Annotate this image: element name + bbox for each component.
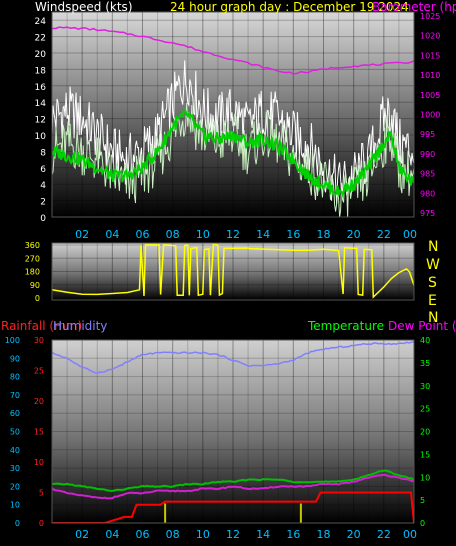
x-tick-label: 18	[317, 528, 331, 541]
x-tick-label: 16	[286, 228, 300, 241]
baro-y-tick-label: 1015	[420, 51, 440, 60]
x-tick-label: 20	[347, 228, 361, 241]
wind-y-tick-label: 2	[40, 198, 46, 208]
wind-title: Windspeed (kts)	[35, 0, 133, 14]
weather-graph: 0202040406060808101012121414161618182020…	[1, 0, 456, 541]
temp-y-tick-label: 5	[420, 496, 425, 505]
compass-label-s: S	[428, 275, 437, 291]
humidity-y-tick-label: 10	[10, 501, 20, 510]
dewpoint-title: Dew Point (c)	[388, 319, 456, 333]
x-tick-label: 14	[256, 528, 270, 541]
x-tick-label: 04	[105, 228, 119, 241]
wind-y-tick-label: 18	[35, 66, 47, 76]
temperature-title: Temperature	[307, 319, 384, 333]
x-tick-label: 14	[256, 228, 270, 241]
baro-y-tick-label: 975	[420, 209, 435, 218]
x-tick-label: 12	[226, 528, 240, 541]
temp-y-tick-label: 0	[420, 519, 425, 528]
x-tick-label: 10	[196, 228, 210, 241]
humidity-y-tick-label: 80	[10, 373, 20, 382]
baro-y-tick-label: 1000	[420, 111, 440, 120]
direction-y-tick-label: 0	[35, 294, 40, 303]
wind-y-tick-label: 20	[35, 50, 47, 60]
humidity-y-tick-label: 50	[10, 428, 20, 437]
rain-y-tick-label: 10	[34, 458, 44, 467]
humidity-y-tick-label: 0	[15, 519, 20, 528]
barometer-title: Barometer (hpa)	[372, 0, 456, 14]
wind-y-tick-label: 22	[35, 34, 46, 44]
baro-y-tick-label: 1010	[420, 71, 440, 80]
direction-y-tick-label: 270	[25, 254, 40, 263]
x-tick-label: 22	[377, 228, 391, 241]
compass-label-w: W	[426, 257, 440, 273]
direction-y-tick-label: 180	[25, 268, 40, 277]
x-tick-label: 12	[226, 228, 240, 241]
baro-y-tick-label: 995	[420, 130, 435, 139]
wind-y-tick-label: 12	[35, 116, 46, 126]
compass-label-n-top: N	[428, 239, 438, 255]
wind-y-tick-label: 8	[40, 148, 46, 158]
baro-y-tick-label: 1005	[420, 91, 440, 100]
wind-y-tick-label: 16	[35, 83, 47, 93]
rain-y-tick-label: 5	[39, 489, 44, 498]
compass-label-n-bottom: N	[428, 310, 438, 326]
x-tick-label: 02	[75, 228, 89, 241]
rain-y-tick-label: 0	[39, 519, 44, 528]
x-tick-label: 00	[403, 228, 417, 241]
rain-y-tick-label: 15	[34, 428, 44, 437]
temp-y-tick-label: 10	[420, 473, 430, 482]
wind-y-tick-label: 6	[40, 165, 46, 175]
humidity-y-tick-label: 90	[10, 354, 20, 363]
humidity-y-tick-label: 30	[10, 464, 20, 473]
wind-y-tick-label: 4	[40, 181, 46, 191]
x-tick-label: 10	[196, 528, 210, 541]
humidity-y-tick-label: 60	[10, 409, 20, 418]
temp-y-tick-label: 20	[420, 428, 430, 437]
x-tick-label: 02	[75, 528, 89, 541]
rain-y-tick-label: 25	[34, 367, 44, 376]
humidity-y-tick-label: 20	[10, 482, 20, 491]
x-tick-label: 00	[403, 528, 417, 541]
temp-y-tick-label: 15	[420, 450, 430, 459]
rain-y-tick-label: 20	[34, 397, 44, 406]
wind-y-tick-label: 0	[40, 214, 46, 224]
baro-y-tick-label: 1020	[420, 32, 440, 41]
compass-label-e: E	[428, 293, 437, 309]
temp-y-tick-label: 25	[420, 405, 430, 414]
direction-y-tick-label: 90	[30, 281, 40, 290]
temp-y-tick-label: 30	[420, 382, 430, 391]
humidity-y-tick-label: 100	[5, 336, 20, 345]
wind-y-tick-label: 24	[35, 17, 47, 27]
x-tick-label: 22	[377, 528, 391, 541]
x-tick-label: 08	[166, 528, 180, 541]
wind-y-tick-label: 10	[35, 132, 47, 142]
temp-y-tick-label: 35	[420, 359, 430, 368]
x-tick-label: 06	[136, 528, 150, 541]
rain-y-tick-label: 30	[34, 336, 44, 345]
baro-y-tick-label: 985	[420, 170, 435, 179]
direction-y-tick-label: 360	[25, 241, 40, 250]
humidity-y-tick-label: 40	[10, 446, 20, 455]
baro-y-tick-label: 980	[420, 189, 435, 198]
humidity-title: Humidity	[53, 319, 107, 333]
x-tick-label: 04	[105, 528, 119, 541]
x-tick-label: 16	[286, 528, 300, 541]
wind-y-tick-label: 14	[35, 99, 47, 109]
temp-y-tick-label: 40	[420, 336, 430, 345]
x-tick-label: 06	[136, 228, 150, 241]
x-tick-label: 20	[347, 528, 361, 541]
humidity-y-tick-label: 70	[10, 391, 20, 400]
x-tick-label: 18	[317, 228, 331, 241]
baro-y-tick-label: 990	[420, 150, 435, 159]
x-tick-label: 08	[166, 228, 180, 241]
